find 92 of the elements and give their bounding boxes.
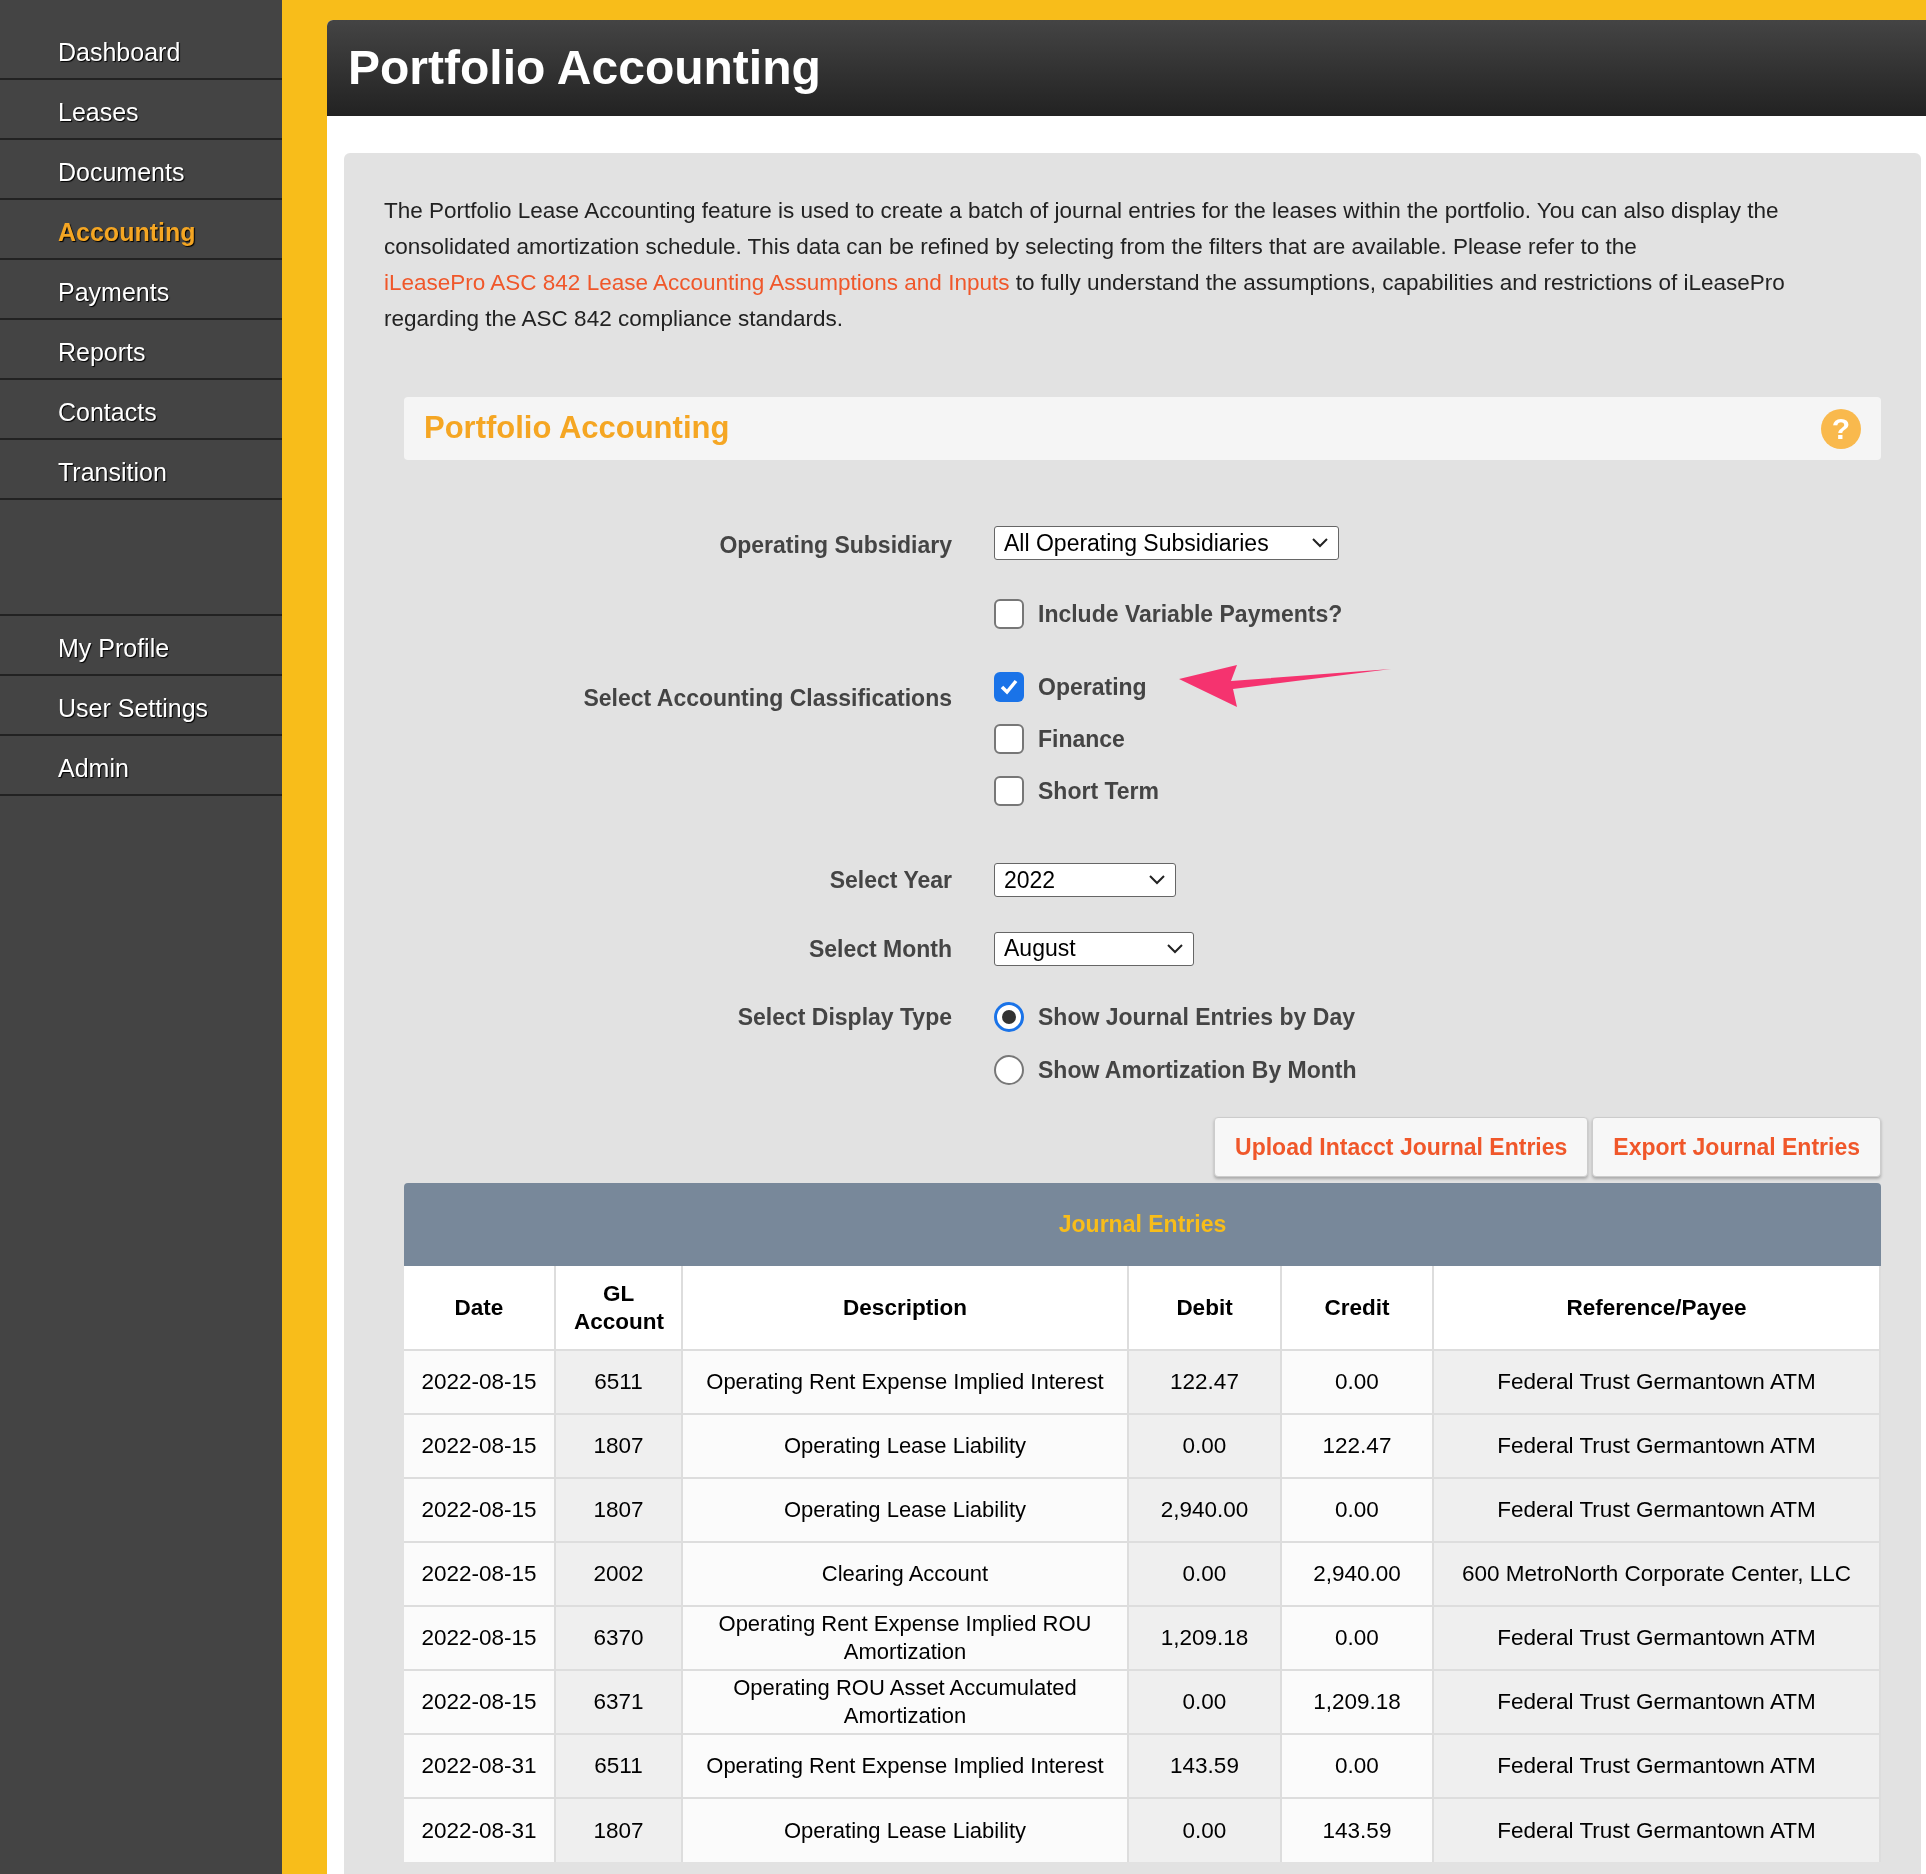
table-cell: 143.59 [1128,1734,1281,1798]
table-cell: Operating Rent Expense Implied Interest [682,1734,1128,1798]
table-cell: Federal Trust Germantown ATM [1433,1414,1880,1478]
table-cell: 2022-08-15 [404,1478,555,1542]
chevron-down-icon [1166,942,1184,955]
table-cell: 6371 [555,1670,682,1734]
field-label: Include Variable Payments? [1038,599,1343,629]
column-header: Description [682,1266,1128,1350]
table-cell: 6511 [555,1734,682,1798]
table-cell: Operating Lease Liability [682,1478,1128,1542]
table-cell: Federal Trust Germantown ATM [1433,1606,1880,1670]
field-label: Show Amortization By Month [1038,1055,1357,1085]
table-cell: 0.00 [1281,1606,1433,1670]
table-cell: Operating Lease Liability [682,1798,1128,1862]
table-cell: Federal Trust Germantown ATM [1433,1670,1880,1734]
sidebar-item[interactable]: User Settings [0,676,282,736]
checkbox[interactable] [994,598,1024,629]
table-cell: 1,209.18 [1281,1670,1433,1734]
sidebar-item[interactable]: Reports [0,320,282,380]
table-cell: 0.00 [1128,1414,1281,1478]
table-cell: 0.00 [1281,1350,1433,1414]
column-header: Reference/Payee [1433,1266,1880,1350]
radio-button[interactable] [994,1002,1024,1033]
table-cell: Federal Trust Germantown ATM [1433,1350,1880,1414]
table-cell: 1807 [555,1798,682,1862]
table-cell: 2022-08-15 [404,1670,555,1734]
table-cell: 1,209.18 [1128,1606,1281,1670]
sidebar-item[interactable]: Dashboard [0,20,282,80]
table-cell: Operating Rent Expense Implied Interest [682,1350,1128,1414]
table-cell: 2,940.00 [1128,1478,1281,1542]
table-cell: 143.59 [1281,1798,1433,1862]
dropdown[interactable]: 2022 [994,863,1176,897]
table-cell: Federal Trust Germantown ATM [1433,1798,1880,1862]
sidebar-item[interactable]: Transition [0,440,282,500]
field-label: Operating Subsidiary [719,532,952,558]
table-cell: 122.47 [1281,1414,1433,1478]
table-cell: 2,940.00 [1281,1542,1433,1606]
sidebar-item[interactable]: My Profile [0,616,282,676]
sidebar-item[interactable]: Documents [0,140,282,200]
field-label: Select Display Type [737,1004,952,1030]
column-header: Date [404,1266,555,1350]
table-cell: 2022-08-15 [404,1542,555,1606]
table-cell: 0.00 [1281,1734,1433,1798]
checkbox[interactable] [994,776,1024,806]
field-label: Select Accounting Classifications [583,685,952,711]
table-cell: 0.00 [1128,1670,1281,1734]
dropdown[interactable]: August [994,931,1194,966]
intro-paragraph: The Portfolio Lease Accounting feature is used to create a batch of journal entries for the leases within the portfolio. You can also display the consolidated amortization schedule. This data can be refined by selecting from the filters that are available. Please refer to the iLeasePro ASC 842 Lease Accounting Assumptions and Inputs to fully understand the assumptions, capabilities and restrictions of iLeasePro regarding the ASC 842 compliance standards. [384,197,1786,333]
table-cell: 0.00 [1128,1798,1281,1862]
table-cell: 0.00 [1128,1542,1281,1606]
field-label: Finance [1038,724,1125,754]
table-cell: 0.00 [1281,1478,1433,1542]
column-header: Debit [1128,1266,1281,1350]
table-cell: 1807 [555,1478,682,1542]
chevron-down-icon [1311,537,1329,549]
field-label: Select Month [808,935,952,962]
column-header: Credit [1281,1266,1433,1350]
table-cell: 600 MetroNorth Corporate Center, LLC [1433,1542,1880,1606]
sidebar-item[interactable]: Admin [0,736,282,796]
checkbox[interactable] [994,672,1024,702]
page-title: Portfolio Accounting [348,40,821,96]
field-label: Operating [1038,672,1147,702]
chevron-down-icon [1148,874,1166,886]
table-cell: 6370 [555,1606,682,1670]
field-label: Select Year [829,867,952,893]
sidebar-item[interactable]: Contacts [0,380,282,440]
table-cell: 6511 [555,1350,682,1414]
table-title: Journal Entries [1058,1210,1227,1240]
table-cell: Federal Trust Germantown ATM [1433,1734,1880,1798]
sidebar-item[interactable]: Accounting [0,200,282,260]
radio-button[interactable] [994,1054,1024,1085]
sidebar-item[interactable]: Payments [0,260,282,320]
table-cell: Operating Rent Expense Implied ROU Amortization [682,1606,1128,1670]
dropdown[interactable]: All Operating Subsidiaries [994,526,1339,560]
table-cell: 2022-08-31 [404,1734,555,1798]
table-cell: 2022-08-15 [404,1606,555,1670]
section-title: Portfolio Accounting [424,409,730,448]
field-label: Short Term [1038,776,1159,806]
table-cell: Clearing Account [682,1542,1128,1606]
table-cell: Operating Lease Liability [682,1414,1128,1478]
table-cell: 2022-08-15 [404,1350,555,1414]
table-cell: 2022-08-31 [404,1798,555,1862]
field-label: Show Journal Entries by Day [1038,1003,1355,1032]
table-cell: 1807 [555,1414,682,1478]
sidebar-item[interactable]: Leases [0,80,282,140]
table-cell: Federal Trust Germantown ATM [1433,1478,1880,1542]
table-cell: 122.47 [1128,1350,1281,1414]
checkbox[interactable] [994,724,1024,754]
table-cell: 2002 [555,1542,682,1606]
table-cell: 2022-08-15 [404,1414,555,1478]
table-cell: Operating ROU Asset Accumulated Amortization [682,1670,1128,1734]
column-header: GL Account [555,1266,682,1350]
